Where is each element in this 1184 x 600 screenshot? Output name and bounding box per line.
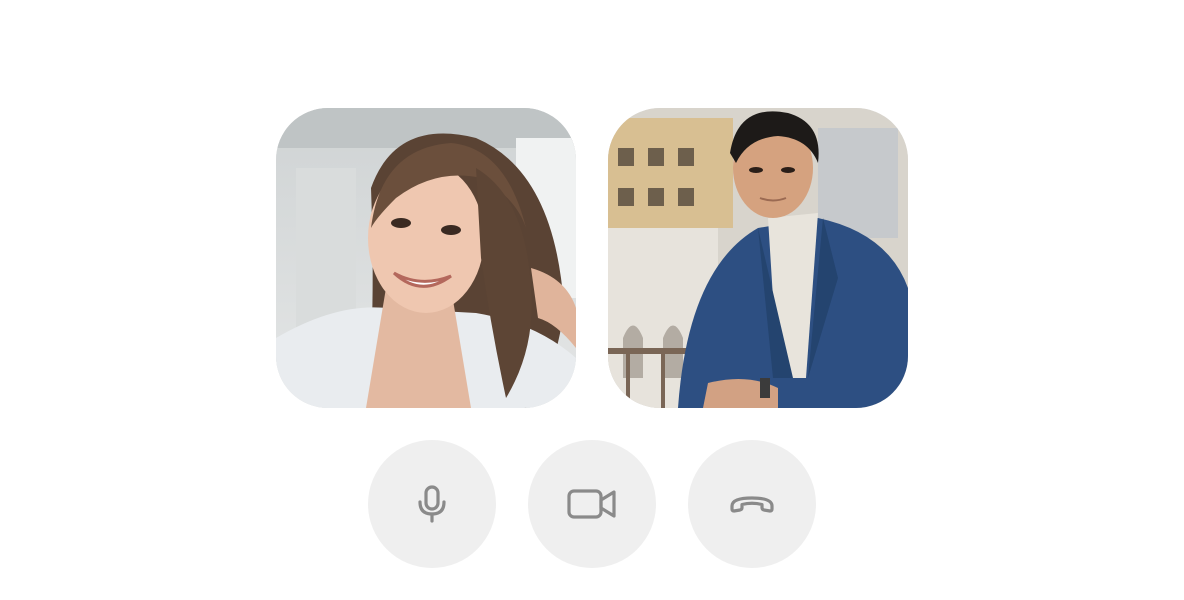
participant-video-tile-2[interactable] xyxy=(608,108,908,408)
call-controls-bar xyxy=(368,440,816,568)
video-camera-icon xyxy=(566,486,618,522)
end-call-button[interactable] xyxy=(688,440,816,568)
participant-2-video-feed xyxy=(608,108,908,408)
mute-microphone-button[interactable] xyxy=(368,440,496,568)
video-call-screen xyxy=(0,0,1184,600)
toggle-video-button[interactable] xyxy=(528,440,656,568)
participant-video-tile-1[interactable] xyxy=(276,108,576,408)
hang-up-phone-icon xyxy=(728,492,776,516)
microphone-icon xyxy=(412,484,452,524)
participant-1-video-feed xyxy=(276,108,576,408)
